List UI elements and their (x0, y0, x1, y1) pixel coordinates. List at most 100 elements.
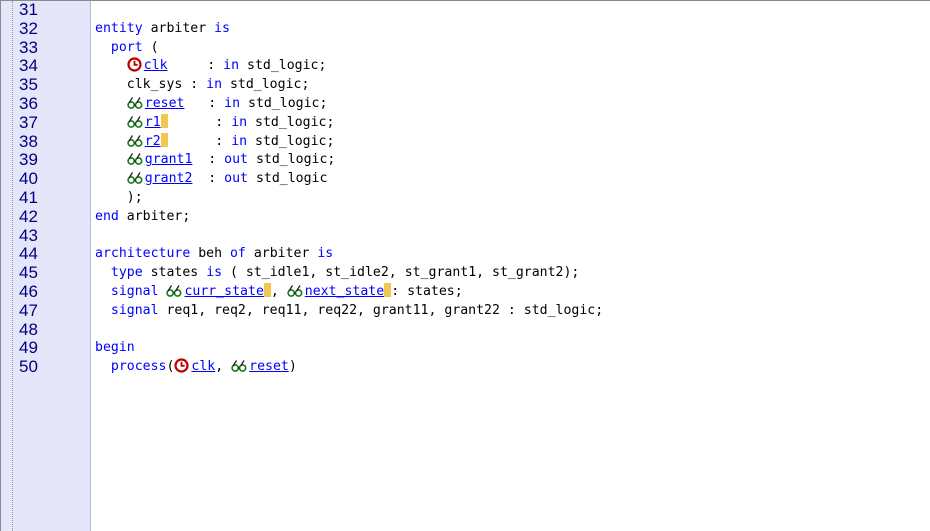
code-line[interactable]: 39 grant1 : out std_logic; (1, 151, 930, 170)
code-token: ( st_idle1, st_idle2, st_grant1, st_gran… (222, 265, 580, 281)
code-line[interactable]: 48 (1, 319, 930, 340)
code-text: end arbiter; (95, 208, 190, 227)
signal-link[interactable]: clk (191, 359, 215, 374)
signal-link[interactable]: reset (249, 359, 289, 374)
code-token: , (215, 359, 232, 375)
code-line[interactable]: 35 clk_sys : in std_logic; (1, 75, 930, 95)
code-editor[interactable]: 31 32 entity arbiter is 33 port (34 clk : i… (0, 0, 930, 531)
code-line[interactable]: 45 type states is ( st_idle1, st_idle2, … (1, 263, 930, 283)
code-token: std_logic; (248, 152, 336, 168)
code-token: : (184, 95, 225, 111)
line-number: 33 (19, 37, 38, 57)
keyword: type (110, 265, 143, 281)
line-number: 40 (19, 169, 38, 189)
code-text: ); (95, 189, 143, 208)
code-token: ( (166, 359, 175, 375)
code-text: begin (95, 339, 135, 358)
code-text: entity arbiter is (95, 20, 230, 39)
keyword: signal (110, 283, 159, 299)
code-line[interactable]: 49 begin (1, 339, 930, 358)
code-line[interactable]: 32 entity arbiter is (1, 18, 930, 39)
keyword: is (206, 265, 223, 281)
code-line[interactable]: 43 (1, 225, 930, 246)
code-line[interactable]: 33 port ( (1, 37, 930, 58)
signal-link[interactable]: reset (145, 96, 185, 111)
code-token: arbiter; (118, 208, 191, 224)
keyword: begin (95, 340, 135, 356)
line-number: 41 (19, 187, 38, 207)
signal-link[interactable]: r1 (145, 115, 161, 130)
signal-link[interactable]: r2 (145, 134, 161, 149)
code-line[interactable]: 38 r2 : in std_logic; (1, 131, 930, 152)
code-token: , (270, 283, 287, 299)
code-line[interactable]: 40 grant2 : out std_logic (1, 169, 930, 189)
code-token: ); (95, 189, 143, 205)
code-line[interactable]: 31 (1, 0, 930, 20)
line-number: 39 (19, 150, 38, 170)
line-number: 43 (19, 225, 38, 245)
code-token: states (142, 265, 207, 281)
line-number: 37 (19, 112, 38, 132)
line-number: 45 (19, 263, 38, 283)
line-number: 49 (19, 338, 38, 358)
line-number: 32 (19, 18, 38, 38)
keyword: in (231, 114, 248, 130)
glasses-icon[interactable] (231, 359, 247, 380)
code-text: port ( (95, 39, 159, 58)
code-token: beh (190, 246, 230, 262)
code-line[interactable]: 41 ); (1, 187, 930, 208)
code-text: type states is ( st_idle1, st_idle2, st_… (95, 264, 579, 283)
code-token: std_logic; (247, 114, 335, 130)
code-line[interactable]: 50 process(clk, reset) (1, 357, 930, 380)
signal-link[interactable]: clk (144, 58, 168, 73)
line-number: 48 (19, 319, 38, 339)
line-number: 31 (19, 0, 38, 19)
keyword: entity (95, 20, 143, 36)
signal-link[interactable]: curr_state (184, 284, 263, 299)
edit-marker (160, 113, 168, 128)
keyword: in (206, 77, 223, 93)
line-number: 36 (19, 93, 38, 113)
code-token: : (167, 58, 224, 74)
signal-link[interactable]: grant2 (145, 171, 193, 186)
keyword: in (223, 58, 240, 74)
code-line[interactable]: 42 end arbiter; (1, 207, 930, 227)
code-text: process(clk, reset) (95, 358, 297, 380)
code-line[interactable]: 37 r1 : in std_logic; (1, 112, 930, 133)
clock-icon[interactable] (174, 358, 190, 380)
code-line[interactable]: 36 reset : in std_logic; (1, 93, 930, 114)
code-line[interactable]: 47 signal req1, req2, req11, req22, gran… (1, 301, 930, 321)
signal-link[interactable]: next_state (305, 284, 384, 299)
line-number: 38 (19, 131, 38, 151)
code-line[interactable]: 44 architecture beh of arbiter is (1, 245, 930, 264)
code-line[interactable]: 34 clk : in std_logic; (1, 57, 930, 76)
code-token: arbiter (142, 20, 215, 36)
edit-marker (263, 282, 271, 297)
code-text: clk_sys : in std_logic; (95, 76, 310, 95)
keyword: is (317, 246, 334, 262)
code-token: : (167, 133, 232, 149)
keyword: port (110, 39, 143, 55)
signal-link[interactable]: grant1 (145, 152, 193, 167)
code-line[interactable]: 46 signal curr_state, next_state: states… (1, 282, 930, 302)
code-token: : (192, 152, 225, 168)
code-token: std_logic; (239, 58, 327, 74)
code-token: arbiter (245, 246, 318, 262)
code-text: architecture beh of arbiter is (95, 245, 333, 264)
keyword: is (214, 20, 230, 36)
keyword: of (229, 246, 246, 262)
code-token: : (167, 114, 232, 130)
code-token: clk_sys : (95, 77, 207, 93)
code-token: std_logic; (240, 95, 328, 111)
keyword: out (224, 152, 248, 168)
